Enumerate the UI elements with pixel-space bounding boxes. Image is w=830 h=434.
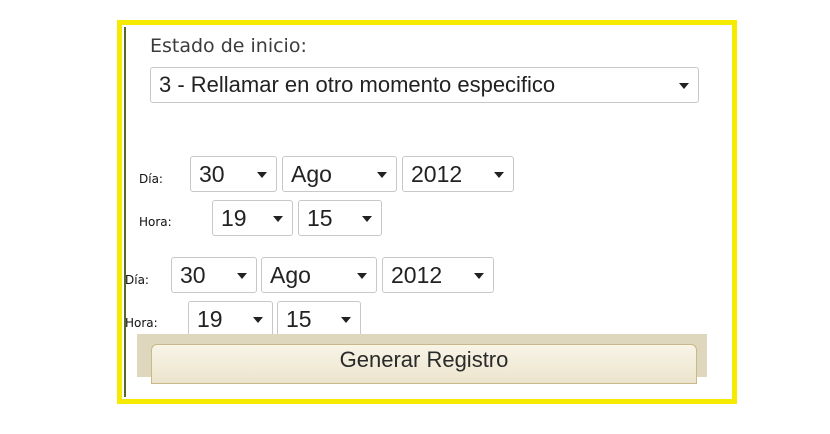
button-bar: Generar Registro: [137, 334, 707, 384]
day-value-1: 30: [199, 161, 225, 187]
hour-value-1: 19: [221, 205, 247, 231]
estado-inicio-value: 3 - Rellamar en otro momento especifico: [159, 72, 556, 97]
year-value-2: 2012: [391, 262, 443, 288]
minute-select-1[interactable]: 15: [298, 200, 382, 236]
minute-value-1: 15: [307, 205, 333, 231]
chevron-down-icon: [679, 83, 689, 89]
minute-value-2: 15: [286, 306, 312, 332]
left-divider: [124, 27, 126, 397]
chevron-down-icon: [237, 273, 247, 279]
year-value-1: 2012: [411, 161, 463, 187]
month-value-2: Ago: [270, 262, 311, 288]
form-frame: Estado de inicio: 3 - Rellamar en otro m…: [117, 20, 737, 404]
hour-select-2[interactable]: 19: [188, 301, 273, 337]
year-select-2[interactable]: 2012: [382, 257, 494, 293]
estado-inicio-select[interactable]: 3 - Rellamar en otro momento especifico: [150, 67, 699, 103]
month-select-1[interactable]: Ago: [282, 156, 397, 192]
month-select-2[interactable]: Ago: [261, 257, 377, 293]
generar-registro-button[interactable]: Generar Registro: [151, 344, 697, 384]
dia-label-1: Día:: [139, 172, 163, 186]
day-value-2: 30: [180, 262, 206, 288]
chevron-down-icon: [341, 317, 351, 323]
day-select-1[interactable]: 30: [190, 156, 277, 192]
minute-select-2[interactable]: 15: [277, 301, 361, 337]
chevron-down-icon: [273, 216, 283, 222]
hour-select-1[interactable]: 19: [212, 200, 293, 236]
day-select-2[interactable]: 30: [171, 257, 257, 293]
hora-label-2: Hora:: [125, 316, 158, 330]
chevron-down-icon: [357, 273, 367, 279]
chevron-down-icon: [362, 216, 372, 222]
year-select-1[interactable]: 2012: [402, 156, 514, 192]
chevron-down-icon: [377, 172, 387, 178]
chevron-down-icon: [474, 273, 484, 279]
dia-label-2: Día:: [125, 273, 149, 287]
chevron-down-icon: [494, 172, 504, 178]
estado-inicio-label: Estado de inicio:: [150, 35, 307, 57]
month-value-1: Ago: [291, 161, 332, 187]
hour-value-2: 19: [197, 306, 223, 332]
chevron-down-icon: [257, 172, 267, 178]
hora-label-1: Hora:: [139, 215, 172, 229]
chevron-down-icon: [253, 317, 263, 323]
